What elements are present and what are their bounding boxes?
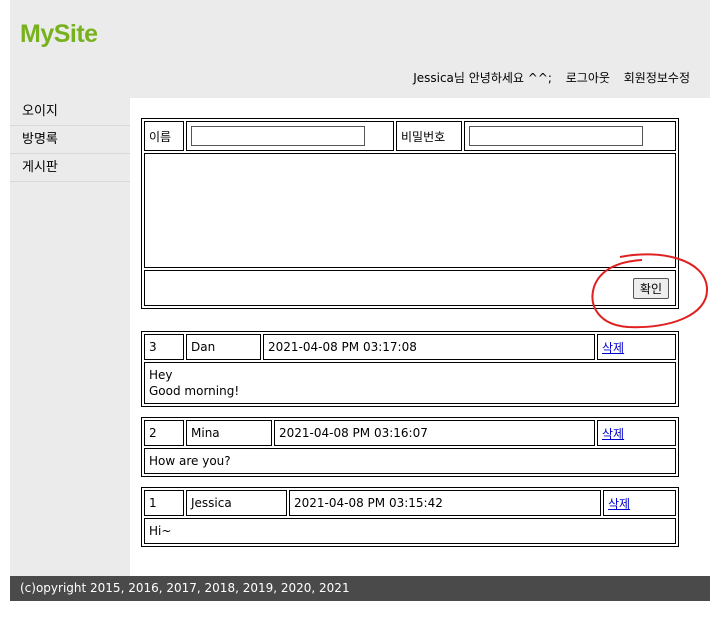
sidebar-navigation: 오이지 방명록 게시판 <box>10 98 130 576</box>
guestbook-entry: 2 Mina 2021-04-08 PM 03:16:07 삭제 How are… <box>141 417 679 477</box>
guestbook-form: 이름 비밀번호 확인 <box>141 118 679 309</box>
message-textarea[interactable] <box>144 153 676 268</box>
entry-delete-cell: 삭제 <box>597 334 676 360</box>
guestbook-entry: 1 Jessica 2021-04-08 PM 03:15:42 삭제 Hi~ <box>141 487 679 547</box>
site-logo[interactable]: MySite <box>20 20 98 49</box>
entry-body-line: Good morning! <box>149 384 240 398</box>
sidebar-item-board[interactable]: 게시판 <box>10 154 130 182</box>
name-label: 이름 <box>144 121 184 151</box>
entry-delete-cell: 삭제 <box>597 420 676 446</box>
edit-profile-link[interactable]: 회원정보수정 <box>624 71 690 85</box>
entry-date: 2021-04-08 PM 03:15:42 <box>289 490 601 516</box>
entry-number: 3 <box>144 334 184 360</box>
guestbook-content: 이름 비밀번호 확인 3 Dan 2021-04-08 PM 03:17:08 … <box>141 118 689 547</box>
name-cell <box>186 121 394 151</box>
password-input[interactable] <box>469 126 643 146</box>
user-nav: Jessica님 안녕하세요 ^^; 로그아웃 회원정보수정 <box>413 69 690 86</box>
entry-author: Mina <box>186 420 272 446</box>
footer: (c)opyright 2015, 2016, 2017, 2018, 2019… <box>10 576 710 601</box>
copyright-text: (c)opyright 2015, 2016, 2017, 2018, 2019… <box>20 581 350 595</box>
entry-body: Hi~ <box>144 518 676 544</box>
password-label: 비밀번호 <box>396 121 462 151</box>
entry-author: Dan <box>186 334 261 360</box>
name-input[interactable] <box>191 126 365 146</box>
submit-cell: 확인 <box>144 270 676 306</box>
entry-delete-cell: 삭제 <box>603 490 676 516</box>
delete-link[interactable]: 삭제 <box>602 341 624 355</box>
entry-author: Jessica <box>186 490 287 516</box>
logout-link[interactable]: 로그아웃 <box>566 71 610 85</box>
entry-body: How are you? <box>144 448 676 474</box>
entry-body: Hey Good morning! <box>144 362 676 404</box>
sidebar-item-guestbook[interactable]: 방명록 <box>10 126 130 154</box>
entry-number: 2 <box>144 420 184 446</box>
delete-link[interactable]: 삭제 <box>608 497 630 511</box>
entry-date: 2021-04-08 PM 03:17:08 <box>263 334 595 360</box>
entry-number: 1 <box>144 490 184 516</box>
page-wrapper: MySite Jessica님 안녕하세요 ^^; 로그아웃 회원정보수정 오이… <box>10 0 710 576</box>
header: MySite Jessica님 안녕하세요 ^^; 로그아웃 회원정보수정 <box>10 0 710 98</box>
sidebar-item-oiji[interactable]: 오이지 <box>10 98 130 126</box>
greeting-text: Jessica님 안녕하세요 ^^; <box>413 71 552 85</box>
delete-link[interactable]: 삭제 <box>602 427 624 441</box>
submit-button[interactable]: 확인 <box>632 277 669 299</box>
entry-body-line: How are you? <box>149 454 231 468</box>
entry-body-line: Hey <box>149 368 173 382</box>
entry-date: 2021-04-08 PM 03:16:07 <box>274 420 595 446</box>
guestbook-entry: 3 Dan 2021-04-08 PM 03:17:08 삭제 Hey Good… <box>141 331 679 407</box>
password-cell <box>464 121 676 151</box>
entry-body-line: Hi~ <box>149 524 172 538</box>
